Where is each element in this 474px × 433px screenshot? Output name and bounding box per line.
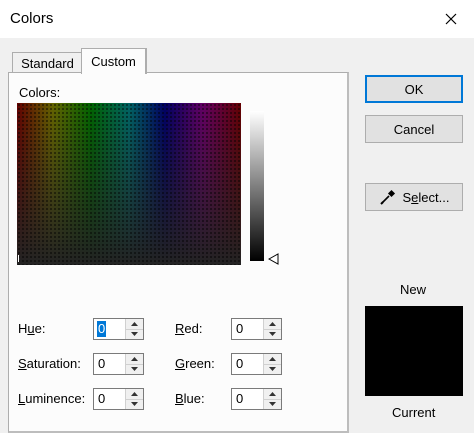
select-button-label: Select... bbox=[402, 189, 450, 205]
blue-label: Blue: bbox=[175, 391, 205, 406]
chevron-down-icon bbox=[131, 332, 138, 336]
hue-spinner[interactable]: 0 bbox=[93, 318, 144, 340]
blue-down-button[interactable] bbox=[264, 399, 281, 409]
luminence-value[interactable]: 0 bbox=[97, 391, 106, 407]
tab-standard[interactable]: Standard bbox=[12, 52, 83, 73]
green-value[interactable]: 0 bbox=[235, 356, 244, 372]
triangle-left-icon[interactable] bbox=[268, 253, 279, 265]
red-spinner[interactable]: 0 bbox=[231, 318, 282, 340]
tab-custom-label: Custom bbox=[91, 54, 136, 69]
saturation-spin-buttons bbox=[125, 354, 143, 374]
ok-button-label: OK bbox=[404, 81, 424, 97]
tab-standard-label: Standard bbox=[21, 55, 74, 71]
tab-custom[interactable]: Custom bbox=[81, 48, 147, 74]
hue-label: Hue: bbox=[18, 321, 46, 336]
colors-label: Colors: bbox=[19, 85, 61, 100]
red-spin-buttons bbox=[263, 319, 281, 339]
chevron-up-icon bbox=[131, 322, 138, 326]
luminance-bar[interactable] bbox=[250, 111, 264, 261]
chevron-down-icon bbox=[131, 402, 138, 406]
blue-spin-buttons bbox=[263, 389, 281, 409]
close-button[interactable] bbox=[428, 0, 474, 38]
chevron-up-icon bbox=[269, 357, 276, 361]
chevron-up-icon bbox=[269, 322, 276, 326]
current-color-label: Current bbox=[392, 405, 436, 420]
saturation-value[interactable]: 0 bbox=[97, 356, 106, 372]
title-bar: Colors bbox=[0, 0, 474, 38]
chevron-down-icon bbox=[269, 402, 276, 406]
chevron-up-icon bbox=[131, 357, 138, 361]
colors-dialog: Colors Standard Custom Colors: Hue: 0 Sa… bbox=[0, 0, 474, 433]
chevron-up-icon bbox=[269, 392, 276, 396]
chevron-up-icon bbox=[131, 392, 138, 396]
red-value[interactable]: 0 bbox=[235, 321, 244, 337]
select-color-button[interactable]: Select... bbox=[365, 183, 463, 211]
green-label: Green: bbox=[175, 356, 215, 371]
spectrum-cursor[interactable] bbox=[18, 255, 19, 262]
blue-spinner[interactable]: 0 bbox=[231, 388, 282, 410]
chevron-down-icon bbox=[269, 367, 276, 371]
luminence-spinner[interactable]: 0 bbox=[93, 388, 144, 410]
luminence-label: Luminence: bbox=[18, 391, 86, 406]
ok-button[interactable]: OK bbox=[365, 75, 463, 103]
luminence-spin-buttons bbox=[125, 389, 143, 409]
red-label: Red: bbox=[175, 321, 203, 336]
red-down-button[interactable] bbox=[264, 329, 281, 339]
chevron-down-icon bbox=[269, 332, 276, 336]
new-color-label: New bbox=[400, 282, 427, 297]
cancel-button[interactable]: Cancel bbox=[365, 115, 463, 143]
color-preview-swatch bbox=[365, 306, 463, 396]
hue-value[interactable]: 0 bbox=[97, 321, 107, 337]
window-title: Colors bbox=[10, 10, 54, 27]
custom-tab-panel: Colors: Hue: 0 Saturation: 0 Luminence: … bbox=[8, 72, 349, 433]
close-icon bbox=[445, 13, 457, 25]
blue-value[interactable]: 0 bbox=[235, 391, 244, 407]
saturation-spinner[interactable]: 0 bbox=[93, 353, 144, 375]
hue-down-button[interactable] bbox=[126, 329, 143, 339]
green-spinner[interactable]: 0 bbox=[231, 353, 282, 375]
color-spectrum[interactable] bbox=[17, 103, 241, 265]
saturation-label: Saturation: bbox=[18, 356, 81, 371]
green-spin-buttons bbox=[263, 354, 281, 374]
hue-spin-buttons bbox=[125, 319, 143, 339]
saturation-down-button[interactable] bbox=[126, 364, 143, 374]
cancel-button-label: Cancel bbox=[393, 121, 435, 137]
chevron-down-icon bbox=[131, 367, 138, 371]
luminence-down-button[interactable] bbox=[126, 399, 143, 409]
eyedropper-icon bbox=[379, 188, 397, 206]
green-down-button[interactable] bbox=[264, 364, 281, 374]
